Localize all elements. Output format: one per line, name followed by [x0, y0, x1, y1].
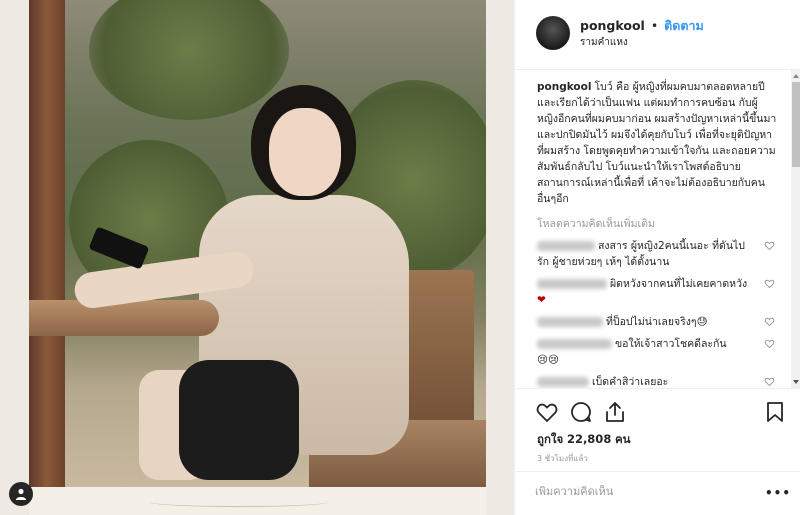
comment-item: ผิดหวังจากคนที่ไม่เคยคาดหวัง ❤ — [537, 276, 777, 308]
post-actions-bar — [515, 388, 800, 432]
comment-like-heart-icon[interactable] — [764, 240, 775, 251]
bookmark-icon[interactable] — [763, 400, 787, 424]
scrollbar-thumb[interactable] — [792, 82, 800, 167]
more-options-icon[interactable]: ••• — [765, 486, 791, 500]
heart-icon[interactable] — [535, 400, 559, 424]
comment-like-heart-icon[interactable] — [764, 316, 775, 327]
post-header: pongkool • ติดตาม รามคำแหง — [515, 0, 800, 70]
comment-text: ที่ป็อปไม่น่าเลยจริงๆ — [606, 316, 697, 328]
separator-dot: • — [650, 18, 659, 33]
post-photo-pane[interactable] — [0, 0, 514, 515]
heart-emoji: ❤ — [537, 294, 546, 306]
emoji: 😢😢 — [537, 354, 559, 366]
photo-person-skirt — [179, 360, 299, 480]
user-tag-icon[interactable] — [9, 482, 33, 506]
comment-username-blurred[interactable] — [537, 279, 607, 289]
comment-input[interactable] — [535, 485, 755, 498]
comments-list[interactable]: pongkool โบว์ คือ ผู้หญิงที่ผมคบมาตลอดหลา… — [515, 70, 791, 388]
photo-table — [29, 300, 219, 336]
post-sidebar: pongkool • ติดตาม รามคำแหง pongkool โบว์ … — [514, 0, 800, 515]
load-more-comments[interactable]: โหลดความคิดเห็นเพิ่มเติม — [537, 215, 777, 232]
comment-item: ที่ป็อปไม่น่าเลยจริงๆ😓 — [537, 314, 777, 330]
likes-label: ถูกใจ — [537, 432, 564, 446]
follow-button[interactable]: ติดตาม — [664, 18, 704, 33]
comment-item: เบ็ดคำสิว่าเลยอะ — [537, 374, 777, 388]
post-caption: pongkool โบว์ คือ ผู้หญิงที่ผมคบมาตลอดหลา… — [537, 79, 777, 207]
scroll-up-arrow-icon[interactable] — [793, 74, 799, 78]
emoji: 😓 — [696, 316, 708, 328]
scroll-down-arrow-icon[interactable] — [793, 380, 799, 384]
share-icon[interactable] — [603, 400, 627, 424]
caption-text: โบว์ คือ ผู้หญิงที่ผมคบมาตลอดหลายปี และเ… — [537, 81, 777, 205]
comment-like-heart-icon[interactable] — [764, 278, 775, 289]
comment-item: สงสาร ผู้หญิง2คนนี้เนอะ ที่ดันไปรัก ผู้ช… — [537, 238, 777, 270]
likes-number: 22,808 — [566, 432, 612, 446]
caption-username[interactable]: pongkool — [537, 81, 591, 93]
comments-scrollbar[interactable] — [791, 70, 800, 388]
comment-item: ขอให้เจ้าสาวโชคดีละกัน 😢😢 — [537, 336, 777, 368]
comment-username-blurred[interactable] — [537, 241, 595, 251]
comment-like-heart-icon[interactable] — [764, 376, 775, 387]
polaroid-bottom-strip — [29, 487, 486, 515]
likes-count[interactable]: ถูกใจ 22,808 คน — [537, 431, 631, 449]
photo-foliage — [89, 0, 289, 120]
header-username[interactable]: pongkool — [580, 18, 645, 33]
avatar[interactable] — [536, 16, 570, 50]
photo-person-face — [269, 108, 341, 196]
post-photo[interactable] — [29, 0, 486, 487]
location-link[interactable]: รามคำแหง — [580, 35, 628, 50]
comment-like-heart-icon[interactable] — [764, 338, 775, 349]
photo-wood-pillar — [29, 0, 65, 487]
header-user-line: pongkool • ติดตาม — [580, 16, 704, 36]
comment-username-blurred[interactable] — [537, 339, 612, 349]
comment-text: ผิดหวังจากคนที่ไม่เคยคาดหวัง — [610, 278, 748, 290]
post-timestamp[interactable]: 3 ชั่วโมงที่แล้ว — [537, 452, 588, 465]
comment-text: เบ็ดคำสิว่าเลยอะ — [592, 376, 669, 388]
comment-username-blurred[interactable] — [537, 317, 603, 327]
add-comment-box: ••• — [515, 471, 800, 515]
comment-username-blurred[interactable] — [537, 377, 589, 387]
likes-unit: คน — [614, 432, 631, 446]
polaroid-handwriting — [149, 497, 329, 507]
comment-icon[interactable] — [569, 400, 593, 424]
comment-text: ขอให้เจ้าสาวโชคดีละกัน — [615, 338, 727, 350]
